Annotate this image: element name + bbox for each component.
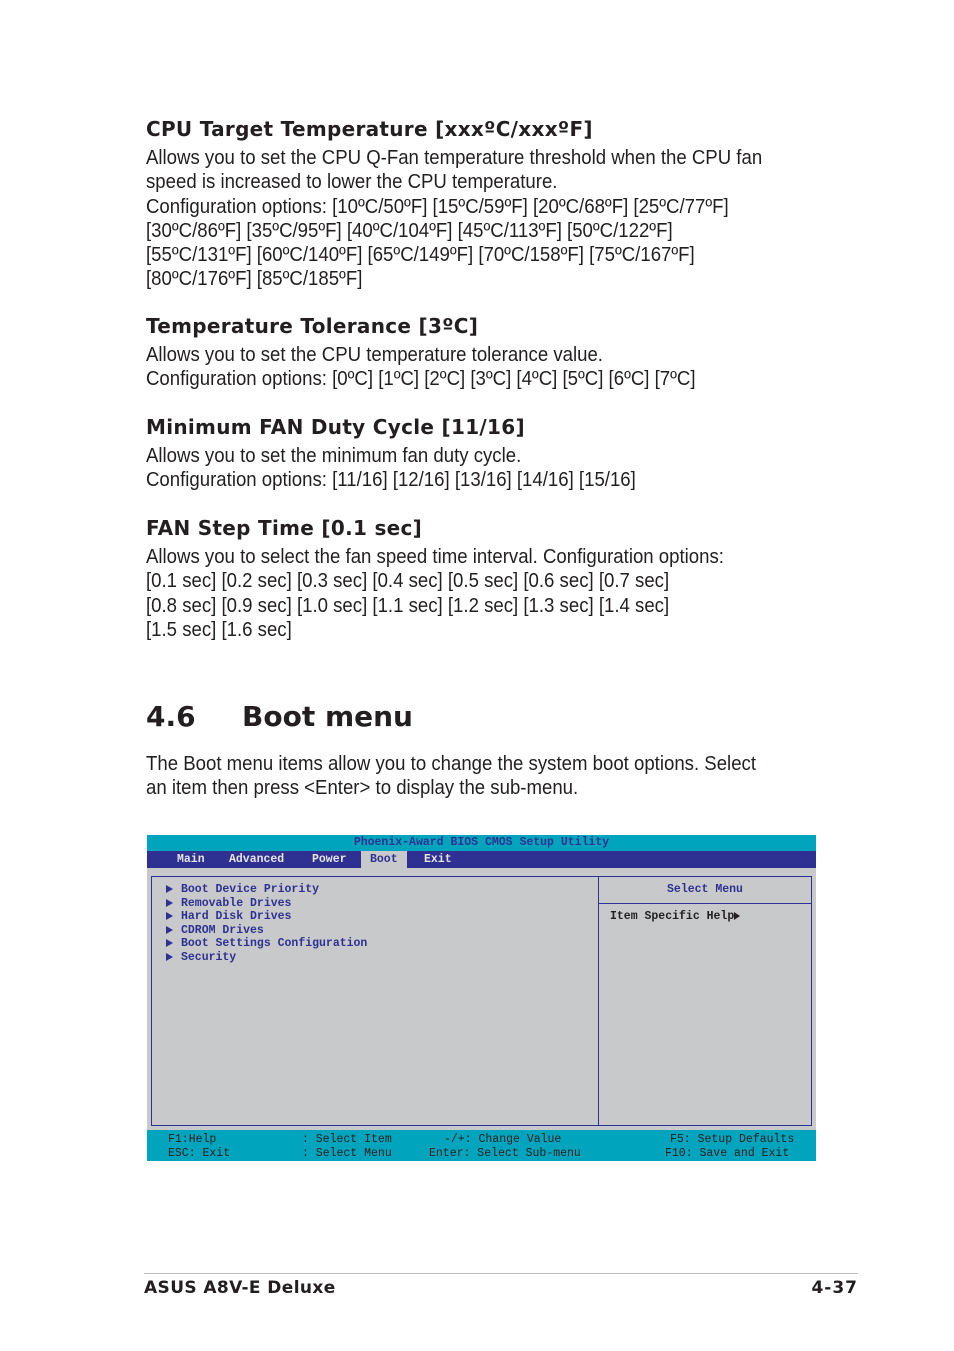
key-select-menu: : Select Menu [302, 1146, 392, 1160]
bios-item-label: Boot Device Priority [181, 883, 320, 896]
submenu-arrow-icon [166, 898, 173, 907]
key-f1-help: F1:Help [168, 1133, 217, 1146]
text-line: speed is increased to lower the CPU temp… [146, 171, 558, 194]
text-line: [30ºC/86ºF] [35ºC/95ºF] [40ºC/104ºF] [45… [146, 219, 673, 242]
bios-title-bar: Phoenix-Award BIOS CMOS Setup Utility [147, 835, 816, 851]
text-line: [0.1 sec] [0.2 sec] [0.3 sec] [0.4 sec] … [146, 570, 670, 593]
section-heading: Minimum FAN Duty Cycle [11/16] [146, 415, 525, 439]
section-heading: FAN Step Time [0.1 sec] [146, 516, 423, 540]
submenu-arrow-icon [166, 925, 173, 934]
chapter-name: Boot menu [242, 700, 413, 733]
section-body: Allows you to set the minimum fan duty c… [146, 444, 825, 493]
bios-tab-advanced[interactable]: Advanced [220, 851, 293, 868]
bios-item-boot-settings-configuration[interactable]: Boot Settings Configuration [166, 937, 367, 951]
text-line: [1.5 sec] [1.6 sec] [146, 618, 292, 641]
footer-divider [144, 1273, 858, 1274]
key-enter-submenu: Enter: Select Sub-menu [429, 1146, 581, 1160]
bios-key-legend: F1:Help ESC: Exit : Select Item : Select… [147, 1130, 816, 1161]
key-select-item: : Select Item [302, 1133, 392, 1146]
key-change-value: -/+: Change Value [444, 1133, 562, 1146]
section-body: Allows you to set the CPU Q-Fan temperat… [146, 146, 825, 292]
bios-item-boot-device-priority[interactable]: Boot Device Priority [166, 883, 319, 897]
bios-item-removable-drives[interactable]: Removable Drives [166, 897, 291, 911]
key-esc-exit: ESC: Exit [168, 1146, 231, 1160]
text-line: an item then press <Enter> to display th… [146, 777, 579, 800]
bios-main-panel: Boot Device Priority Removable Drives Ha… [151, 876, 812, 1126]
submenu-arrow-icon [166, 939, 173, 947]
text-line: Allows you to set the CPU temperature to… [146, 344, 603, 366]
submenu-arrow-icon [166, 885, 173, 893]
text-line: Allows you to set the CPU Q-Fan temperat… [146, 147, 763, 169]
bios-tab-power[interactable]: Power [303, 851, 356, 868]
text-line: Configuration options: [10ºC/50ºF] [15ºC… [146, 195, 729, 218]
text-line: [55ºC/131ºF] [60ºC/140ºF] [65ºC/149ºF] [… [146, 244, 695, 267]
footer-page-number: 4-37 [811, 1278, 858, 1298]
bios-help-label: Item Specific Help [610, 910, 735, 923]
bios-help-header: Select Menu [599, 877, 811, 904]
bios-menu-bar: Main Advanced Power Boot Exit [147, 851, 816, 868]
text-line: Allows you to set the minimum fan duty c… [146, 445, 522, 467]
bios-item-cdrom-drives[interactable]: CDROM Drives [166, 924, 264, 938]
bios-item-list: Boot Device Priority Removable Drives Ha… [152, 877, 599, 1125]
section-heading: Temperature Tolerance [3ºC] [146, 314, 479, 338]
bios-item-label: Boot Settings Configuration [181, 937, 368, 950]
section-temperature-tolerance: Temperature Tolerance [3ºC] Allows you t… [146, 313, 826, 392]
bios-item-label: CDROM Drives [181, 923, 264, 937]
text-line: [0.8 sec] [0.9 sec] [1.0 sec] [1.1 sec] … [146, 594, 670, 617]
bios-item-security[interactable]: Security [166, 951, 236, 965]
help-arrow-icon [734, 912, 741, 920]
bios-screenshot: Phoenix-Award BIOS CMOS Setup Utility Ma… [147, 835, 816, 1161]
section-minimum-fan-duty-cycle: Minimum FAN Duty Cycle [11/16] Allows yo… [146, 414, 826, 493]
footer-product-name: ASUS A8V-E Deluxe [144, 1278, 336, 1298]
bios-item-label: Removable Drives [181, 896, 292, 910]
section-body: Allows you to select the fan speed time … [146, 545, 825, 642]
chapter-title: 4.6 Boot menu [146, 700, 413, 733]
section-body: Allows you to set the CPU temperature to… [146, 343, 825, 392]
section-heading: CPU Target Temperature [xxxºC/xxxºF] [146, 117, 593, 141]
text-line: [80ºC/176ºF] [85ºC/185ºF] [146, 268, 363, 291]
text-line: Allows you to select the fan speed time … [146, 546, 724, 568]
bios-item-label: Hard Disk Drives [181, 910, 292, 923]
bios-tab-main[interactable]: Main [168, 851, 214, 868]
key-f5-defaults: F5: Setup Defaults [670, 1133, 795, 1146]
chapter-number: 4.6 [146, 700, 196, 733]
bios-item-hard-disk-drives[interactable]: Hard Disk Drives [166, 910, 291, 924]
submenu-arrow-icon [166, 952, 173, 961]
bios-tab-exit[interactable]: Exit [415, 851, 461, 868]
text-line: The Boot menu items allow you to change … [146, 753, 757, 775]
chapter-intro: The Boot menu items allow you to change … [146, 752, 825, 801]
text-line: Configuration options: [11/16] [12/16] [… [146, 469, 636, 492]
submenu-arrow-icon [166, 912, 173, 920]
key-f10-save-exit: F10: Save and Exit [665, 1146, 790, 1160]
bios-item-label: Security [181, 950, 237, 964]
section-fan-step-time: FAN Step Time [0.1 sec] Allows you to se… [146, 515, 826, 642]
text-line: Configuration options: [0ºC] [1ºC] [2ºC]… [146, 368, 696, 391]
section-cpu-target-temperature: CPU Target Temperature [xxxºC/xxxºF] All… [146, 116, 826, 292]
bios-help-text: Item Specific Help [610, 910, 741, 923]
bios-tab-boot[interactable]: Boot [361, 851, 407, 868]
